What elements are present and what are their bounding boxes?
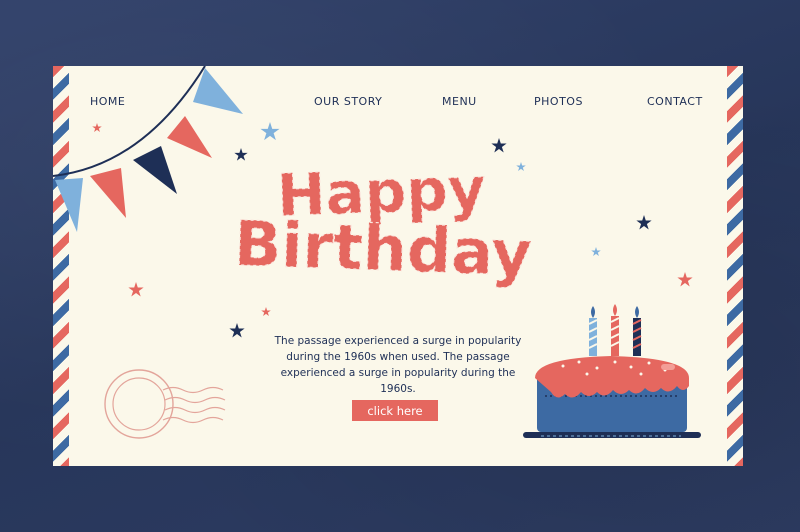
postmark-icon [104,369,226,439]
headline-birthday: Birthday [233,207,533,290]
intro-paragraph: The passage experienced a surge in popul… [274,334,522,395]
birthday-cake-icon [523,304,701,438]
candle-icon [588,306,598,356]
candle-icon [610,304,620,356]
candle-icon [632,306,642,356]
click-here-button[interactable]: click here [352,400,438,421]
landing-card: HOME OUR STORY MENU PHOTOS CONTACT Happy… [53,66,743,466]
